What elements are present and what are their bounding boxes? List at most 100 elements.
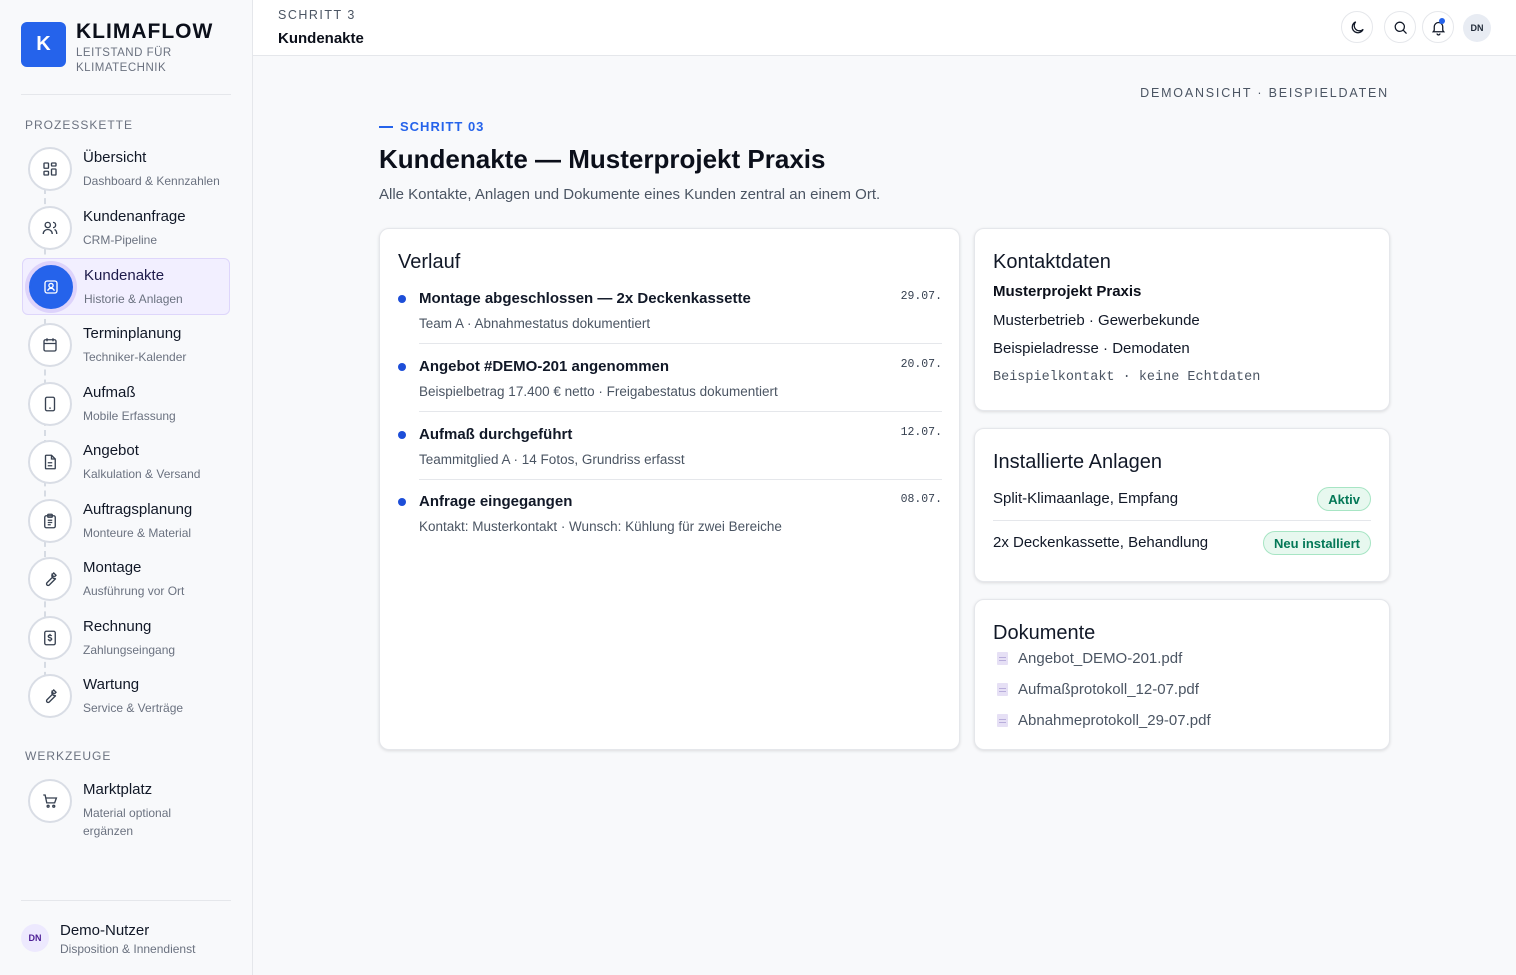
history-entry[interactable]: Montage abgeschlossen — 2x Deckenkassett… xyxy=(398,290,942,358)
timeline-dot xyxy=(398,363,406,371)
sidebar-item-terminplanung[interactable]: Terminplanung Techniker-Kalender xyxy=(22,317,230,374)
customer-name: Musterprojekt Praxis xyxy=(993,283,1142,300)
tablet-icon xyxy=(28,382,72,426)
document-link[interactable]: Abnahmeprotokoll_29-07.pdf xyxy=(997,712,1211,729)
history-entry-date: 08.07. xyxy=(900,493,942,506)
status-badge: Neu installiert xyxy=(1263,531,1371,555)
history-card: Verlauf Montage abgeschlossen — 2x Decke… xyxy=(379,228,960,750)
history-entry-title: Anfrage eingegangen xyxy=(419,493,573,510)
sidebar-item-kundenanfrage[interactable]: Kundenanfrage CRM-Pipeline xyxy=(22,200,230,257)
avatar[interactable]: DN xyxy=(1463,14,1491,42)
sidebar-item-sublabel: Mobile Erfassung xyxy=(83,409,176,423)
avatar: DN xyxy=(21,924,49,952)
sidebar-item-label: Marktplatz xyxy=(83,781,153,798)
card-title: Kontaktdaten xyxy=(993,251,1111,273)
demo-note: DEMOANSICHT · BEISPIELDATEN xyxy=(1140,86,1389,100)
sidebar-item-label: Terminplanung xyxy=(83,325,182,342)
file-icon xyxy=(997,714,1008,727)
history-entry[interactable]: Aufmaß durchgeführt Teammitglied A · 14 … xyxy=(398,426,942,494)
clipboard-icon xyxy=(28,499,72,543)
sidebar-item-rechnung[interactable]: Rechnung Zahlungseingang xyxy=(22,610,230,667)
sidebar-item-wartung[interactable]: Wartung Service & Verträge xyxy=(22,668,230,725)
grid-icon xyxy=(28,147,72,191)
invoice-icon xyxy=(28,616,72,660)
customer-type: Musterbetrieb · Gewerbekunde xyxy=(993,312,1200,329)
sidebar-item-label: Montage xyxy=(83,559,142,576)
sidebar-item-uebersicht[interactable]: Übersicht Dashboard & Kennzahlen xyxy=(22,141,230,198)
system-label[interactable]: Split-Klimaanlage, Empfang xyxy=(993,490,1178,507)
sidebar-item-label: Kundenanfrage xyxy=(83,208,186,225)
sidebar-item-label: Übersicht xyxy=(83,149,147,166)
document-name: Abnahmeprotokoll_29-07.pdf xyxy=(1018,712,1211,729)
card-title: Installierte Anlagen xyxy=(993,451,1163,473)
brand-name: KLIMAFLOW xyxy=(76,20,214,43)
notification-dot xyxy=(1439,18,1445,24)
history-entry-date: 29.07. xyxy=(900,290,942,303)
section-label-process: PROZESSKETTE xyxy=(25,118,134,132)
system-label[interactable]: 2x Deckenkassette, Behandlung xyxy=(993,534,1208,551)
search-button[interactable] xyxy=(1384,11,1416,43)
history-entry-date: 20.07. xyxy=(900,358,942,371)
history-entry-detail: Kontakt: Musterkontakt · Wunsch: Kühlung… xyxy=(419,519,782,534)
customer-address: Beispieladresse · Demodaten xyxy=(993,340,1190,357)
top-bar: SCHRITT 3 Kundenakte DN xyxy=(253,0,1516,56)
history-entry-date: 12.07. xyxy=(900,426,942,439)
moon-icon xyxy=(1351,20,1364,33)
sidebar-item-label: Kundenakte xyxy=(84,267,165,284)
timeline-dot xyxy=(398,295,406,303)
documents-card: Dokumente Angebot_DEMO-201.pdf Aufmaßpro… xyxy=(974,599,1390,750)
status-badge: Aktiv xyxy=(1317,487,1371,511)
sidebar-item-sublabel: Ausführung vor Ort xyxy=(83,584,185,598)
notifications-button[interactable] xyxy=(1422,11,1454,43)
cart-icon xyxy=(28,779,72,823)
sidebar-item-sublabel: Material optional ergänzen xyxy=(83,806,172,838)
sidebar-item-montage[interactable]: Montage Ausführung vor Ort xyxy=(22,551,230,608)
user-name: Demo-Nutzer xyxy=(60,922,150,939)
sidebar-item-angebot[interactable]: Angebot Kalkulation & Versand xyxy=(22,434,230,491)
users-icon xyxy=(28,206,72,250)
installed-systems-card: Installierte Anlagen Split-Klimaanlage, … xyxy=(974,428,1390,582)
document-link[interactable]: Aufmaßprotokoll_12-07.pdf xyxy=(997,681,1199,698)
brand[interactable]: K KLIMAFLOW LEITSTAND FÜR KLIMATECHNIK xyxy=(21,20,214,76)
document-icon xyxy=(28,440,72,484)
sidebar-item-label: Rechnung xyxy=(83,618,152,635)
page-title: Kundenakte — Musterprojekt Praxis xyxy=(379,144,826,174)
document-name: Angebot_DEMO-201.pdf xyxy=(1018,650,1183,667)
brand-subtitle: LEITSTAND FÜR KLIMATECHNIK xyxy=(76,47,172,74)
sidebar-item-kundenakte[interactable]: Kundenakte Historie & Anlagen xyxy=(22,258,230,315)
document-name: Aufmaßprotokoll_12-07.pdf xyxy=(1018,681,1199,698)
sidebar-item-sublabel: Kalkulation & Versand xyxy=(83,467,201,481)
sidebar-item-sublabel: Monteure & Material xyxy=(83,526,192,540)
divider xyxy=(993,520,1371,521)
section-label-tools: WERKZEUGE xyxy=(25,749,112,763)
sidebar-item-sublabel: Dashboard & Kennzahlen xyxy=(83,174,220,188)
history-entry-title: Aufmaß durchgeführt xyxy=(419,426,573,443)
user-profile[interactable]: DN Demo-Nutzer Disposition & Innendienst xyxy=(21,922,195,956)
sidebar-item-sublabel: Zahlungseingang xyxy=(83,643,176,657)
sidebar-item-sublabel: CRM-Pipeline xyxy=(83,233,158,247)
sidebar-item-auftragsplanung[interactable]: Auftragsplanung Monteure & Material xyxy=(22,493,230,550)
theme-toggle-button[interactable] xyxy=(1341,11,1373,43)
sidebar-item-sublabel: Service & Verträge xyxy=(83,701,184,715)
sidebar-item-sublabel: Techniker-Kalender xyxy=(83,350,187,364)
wrench-icon xyxy=(28,557,72,601)
history-entry[interactable]: Anfrage eingegangen Kontakt: Musterkonta… xyxy=(398,493,942,561)
document-link[interactable]: Angebot_DEMO-201.pdf xyxy=(997,650,1182,667)
card-title: Dokumente xyxy=(993,622,1096,644)
calendar-icon xyxy=(28,323,72,367)
history-entry-detail: Team A · Abnahmestatus dokumentiert xyxy=(419,316,651,331)
kicker-line xyxy=(379,125,393,128)
divider xyxy=(419,411,942,412)
kicker-label: SCHRITT 03 xyxy=(400,119,485,134)
search-icon xyxy=(1394,21,1407,34)
sidebar-item-aufmass[interactable]: Aufmaß Mobile Erfassung xyxy=(22,376,230,433)
history-entry[interactable]: Angebot #DEMO-201 angenommen Beispielbet… xyxy=(398,358,942,426)
sidebar-item-label: Angebot xyxy=(83,442,139,459)
sidebar: K KLIMAFLOW LEITSTAND FÜR KLIMATECHNIK P… xyxy=(0,0,253,975)
sidebar-item-label: Auftragsplanung xyxy=(83,501,193,518)
brand-logo: K xyxy=(21,22,66,67)
sidebar-item-marktplatz[interactable]: Marktplatz Material optional ergänzen xyxy=(22,773,230,843)
history-entry-detail: Teammitglied A · 14 Fotos, Grundriss erf… xyxy=(419,452,685,467)
sidebar-item-label: Aufmaß xyxy=(83,384,136,401)
wrench-icon xyxy=(28,674,72,718)
